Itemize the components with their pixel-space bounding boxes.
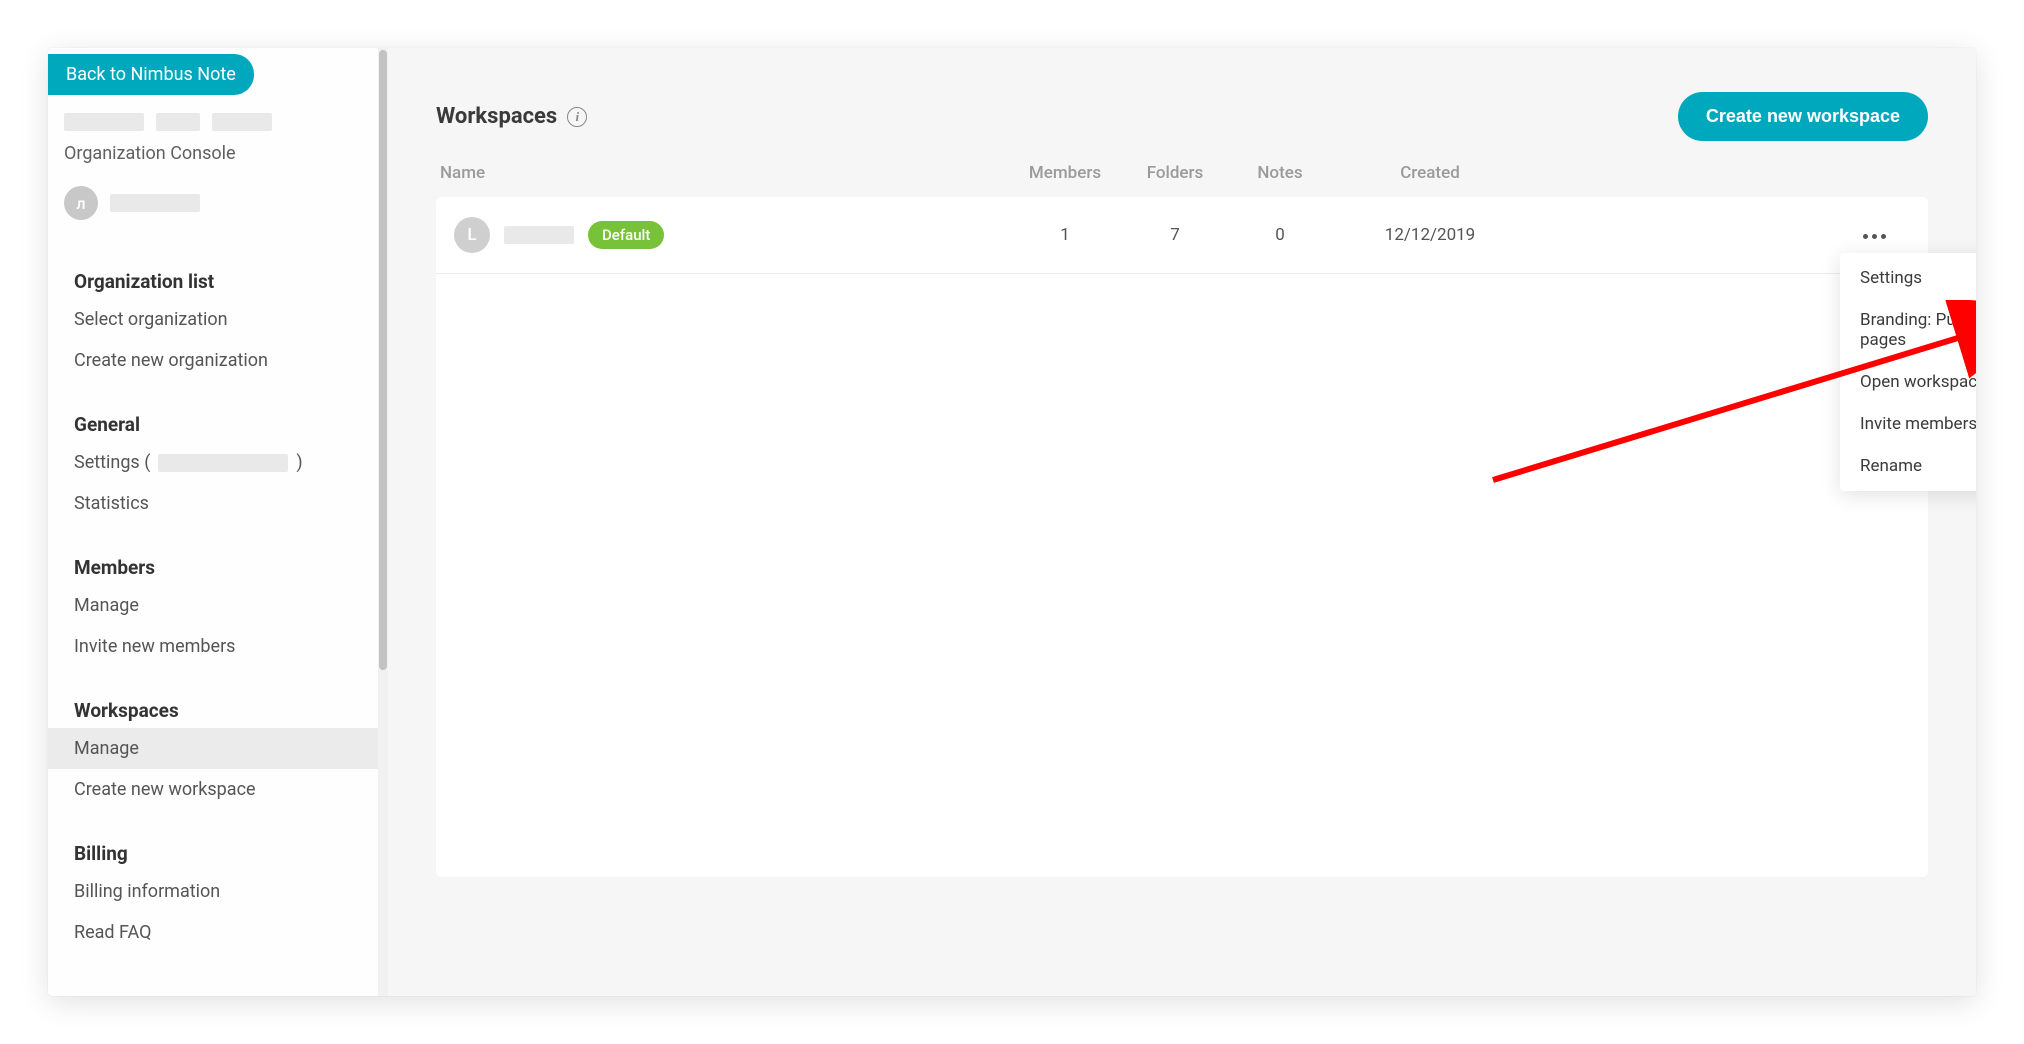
col-header-created: Created — [1330, 163, 1530, 183]
settings-prefix: Settings ( — [74, 452, 150, 473]
row-actions-dropdown: Settings Branding: Public pages Open wor… — [1840, 253, 1976, 491]
cell-folders: 7 — [1120, 225, 1230, 245]
section-header-workspaces: Workspaces — [48, 685, 378, 728]
workspaces-table: Name Members Folders Notes Created L Def… — [436, 163, 1928, 877]
col-header-folders: Folders — [1120, 163, 1230, 183]
workspace-name-cell: L Default — [440, 217, 1010, 253]
redacted-org-name-2 — [156, 113, 200, 131]
back-to-nimbus-button[interactable]: Back to Nimbus Note — [48, 54, 254, 95]
redacted-workspace-name — [504, 226, 574, 244]
table-body: L Default 1 7 0 12/12/2019 — [436, 197, 1928, 877]
sidebar-item-create-workspace[interactable]: Create new workspace — [48, 769, 378, 810]
section-header-organization: Organization list — [48, 256, 378, 299]
sidebar-item-settings[interactable]: Settings ( ) — [48, 442, 378, 483]
user-row[interactable]: л — [48, 178, 378, 238]
sidebar-item-invite-members[interactable]: Invite new members — [48, 626, 378, 667]
cell-notes: 0 — [1230, 225, 1330, 245]
page-title-wrap: Workspaces i — [436, 104, 587, 129]
dropdown-item-invite-members[interactable]: Invite members — [1840, 403, 1976, 445]
table-header: Name Members Folders Notes Created — [436, 163, 1928, 197]
sidebar-item-statistics[interactable]: Statistics — [48, 483, 378, 524]
sidebar-item-read-faq[interactable]: Read FAQ — [48, 912, 378, 953]
section-members: Members Manage Invite new members — [48, 542, 378, 667]
dropdown-item-branding[interactable]: Branding: Public pages — [1840, 299, 1976, 361]
table-row[interactable]: L Default 1 7 0 12/12/2019 — [436, 197, 1928, 274]
default-badge: Default — [588, 221, 664, 249]
col-header-name: Name — [440, 163, 1010, 183]
sidebar-item-members-manage[interactable]: Manage — [48, 585, 378, 626]
sidebar-item-select-organization[interactable]: Select organization — [48, 299, 378, 340]
dropdown-item-open-workspace[interactable]: Open workspace — [1840, 361, 1976, 403]
section-general: General Settings ( ) Statistics — [48, 399, 378, 524]
page-header: Workspaces i Create new workspace — [436, 92, 1928, 141]
dropdown-item-settings[interactable]: Settings — [1840, 257, 1976, 299]
section-workspaces: Workspaces Manage Create new workspace — [48, 685, 378, 810]
main-content: Workspaces i Create new workspace Name M… — [388, 48, 1976, 996]
user-avatar: л — [64, 186, 98, 220]
sidebar-item-create-organization[interactable]: Create new organization — [48, 340, 378, 381]
cell-members: 1 — [1010, 225, 1120, 245]
redacted-user-name — [110, 194, 200, 212]
page-title: Workspaces — [436, 104, 557, 129]
org-name-block — [48, 95, 378, 139]
col-header-members: Members — [1010, 163, 1120, 183]
redacted-settings-name — [158, 454, 288, 472]
app-window: Back to Nimbus Note Organization Console… — [48, 48, 1976, 996]
cell-actions — [1530, 224, 1924, 247]
section-billing: Billing Billing information Read FAQ — [48, 828, 378, 953]
sidebar-item-billing-info[interactable]: Billing information — [48, 871, 378, 912]
redacted-org-name-1 — [64, 113, 144, 131]
create-workspace-button[interactable]: Create new workspace — [1678, 92, 1928, 141]
section-header-billing: Billing — [48, 828, 378, 871]
section-organization: Organization list Select organization Cr… — [48, 256, 378, 381]
dropdown-item-rename[interactable]: Rename — [1840, 445, 1976, 487]
section-header-members: Members — [48, 542, 378, 585]
settings-suffix: ) — [296, 452, 302, 473]
sidebar-item-workspaces-manage[interactable]: Manage — [48, 728, 378, 769]
sidebar-scrollbar-thumb[interactable] — [379, 50, 387, 670]
more-options-icon[interactable] — [1855, 226, 1894, 247]
section-header-general: General — [48, 399, 378, 442]
sidebar-scrollbar-track[interactable] — [378, 48, 388, 996]
info-icon[interactable]: i — [567, 107, 587, 127]
workspace-avatar: L — [454, 217, 490, 253]
sidebar-wrap: Back to Nimbus Note Organization Console… — [48, 48, 388, 996]
sidebar: Back to Nimbus Note Organization Console… — [48, 48, 378, 996]
col-header-notes: Notes — [1230, 163, 1330, 183]
organization-console-label: Organization Console — [48, 139, 378, 178]
cell-created: 12/12/2019 — [1330, 225, 1530, 245]
redacted-org-name-3 — [212, 113, 272, 131]
